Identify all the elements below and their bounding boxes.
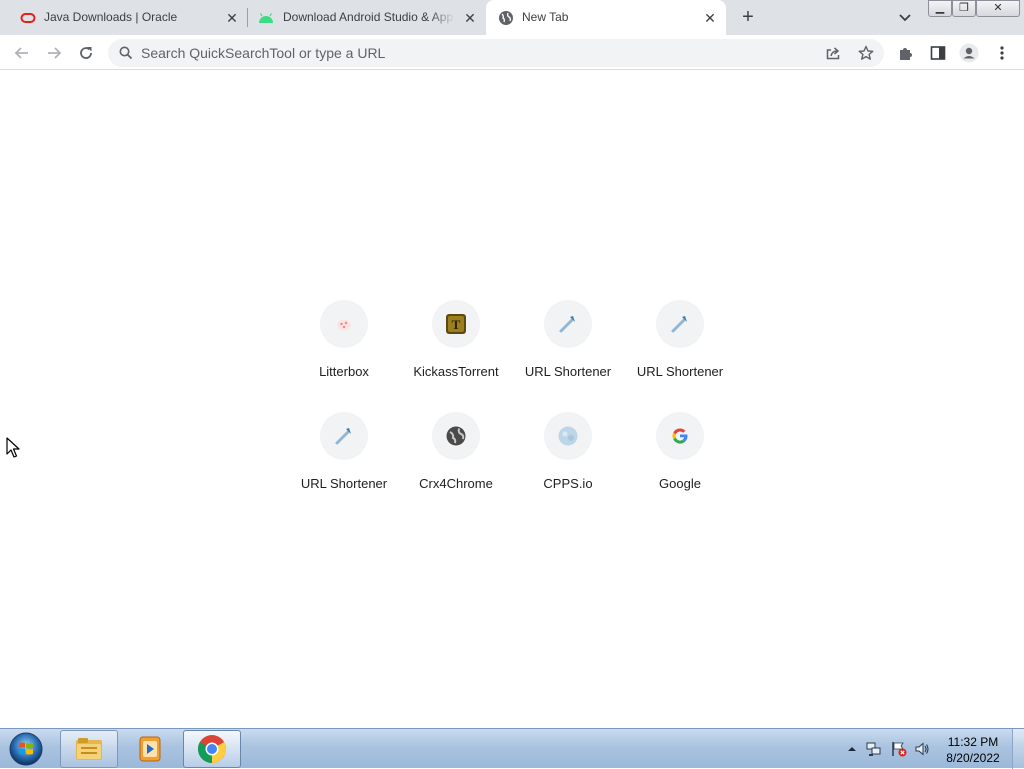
share-button[interactable] bbox=[822, 42, 844, 64]
omnibox-input[interactable] bbox=[141, 43, 781, 63]
close-tab-icon[interactable]: ✕ bbox=[461, 9, 479, 27]
show-hidden-icons-icon[interactable] bbox=[844, 741, 860, 757]
taskbar-media-player-button[interactable] bbox=[121, 730, 179, 768]
close-tab-icon[interactable]: ✕ bbox=[223, 9, 241, 27]
shortcut-icon-circle bbox=[656, 300, 704, 348]
shortcut-label: CPPS.io bbox=[543, 476, 593, 491]
close-window-button[interactable]: ✕ bbox=[976, 0, 1020, 17]
taskbar-clock[interactable]: 11:32 PM 8/20/2022 bbox=[938, 734, 1008, 766]
minimize-button[interactable]: ▁ bbox=[928, 0, 952, 17]
action-center-flag-icon[interactable] bbox=[891, 741, 907, 757]
shortcut-label: Litterbox bbox=[319, 364, 369, 379]
oracle-icon bbox=[20, 13, 36, 23]
shortcut-icon-circle bbox=[432, 412, 480, 460]
shortcut-tile[interactable]: URL Shortener bbox=[624, 300, 736, 412]
shortcut-icon-circle bbox=[320, 412, 368, 460]
google-icon bbox=[672, 428, 688, 444]
share-icon bbox=[826, 47, 840, 60]
shortcut-label: Crx4Chrome bbox=[419, 476, 493, 491]
back-arrow-icon bbox=[14, 47, 28, 59]
reload-icon bbox=[80, 47, 92, 59]
extensions-button[interactable] bbox=[895, 42, 917, 64]
puzzle-icon bbox=[900, 48, 912, 60]
mouse-cursor-icon bbox=[6, 437, 20, 458]
shortcut-tile[interactable]: Litterbox bbox=[288, 300, 400, 412]
shortcut-label: Google bbox=[659, 476, 701, 491]
url-shortener-icon bbox=[671, 316, 687, 333]
shortcut-icon-circle bbox=[320, 300, 368, 348]
tab-new-tab[interactable]: New Tab ✕ bbox=[486, 0, 726, 35]
cpps-icon bbox=[558, 426, 578, 446]
back-button[interactable] bbox=[11, 42, 33, 64]
shortcut-icon-circle: T bbox=[432, 300, 480, 348]
network-icon[interactable] bbox=[866, 741, 882, 757]
restore-button[interactable]: ❐ bbox=[952, 0, 976, 17]
windows-explorer-icon bbox=[76, 738, 102, 760]
tab-title: Java Downloads | Oracle bbox=[44, 10, 178, 24]
clock-date: 8/20/2022 bbox=[946, 751, 1000, 765]
menu-button[interactable] bbox=[991, 42, 1013, 64]
chevron-down-icon[interactable] bbox=[896, 8, 914, 26]
avatar-icon bbox=[959, 43, 979, 63]
bookmark-button[interactable] bbox=[855, 42, 877, 64]
litterbox-icon bbox=[337, 319, 351, 331]
side-panel-button[interactable] bbox=[927, 42, 949, 64]
tab-title: New Tab bbox=[522, 10, 569, 24]
shortcut-tile[interactable]: URL Shortener bbox=[512, 300, 624, 412]
profile-button[interactable] bbox=[958, 42, 980, 64]
taskbar-chrome-button[interactable] bbox=[183, 730, 241, 768]
reload-button[interactable] bbox=[75, 42, 97, 64]
taskbar-explorer-button[interactable] bbox=[60, 730, 118, 768]
shortcut-tile[interactable]: URL Shortener bbox=[288, 412, 400, 524]
shortcut-icon-circle bbox=[656, 412, 704, 460]
shortcut-tile[interactable]: Crx4Chrome bbox=[400, 412, 512, 524]
shortcut-tile[interactable]: Google bbox=[624, 412, 736, 524]
close-tab-icon[interactable]: ✕ bbox=[701, 9, 719, 27]
shortcut-icon-circle bbox=[544, 412, 592, 460]
tab-title: Download Android Studio & App Tools - An… bbox=[283, 10, 455, 24]
globe-icon bbox=[499, 11, 513, 25]
browser-toolbar bbox=[0, 35, 1024, 70]
side-panel-icon bbox=[930, 46, 946, 60]
media-player-icon bbox=[139, 736, 161, 762]
url-shortener-icon bbox=[559, 316, 575, 333]
android-icon bbox=[259, 13, 273, 23]
shortcut-icon-circle bbox=[544, 300, 592, 348]
url-shortener-icon bbox=[335, 428, 351, 445]
shortcut-tile[interactable]: CPPS.io bbox=[512, 412, 624, 524]
tab-android-studio[interactable]: Download Android Studio & App Tools - An… bbox=[248, 0, 486, 35]
windows-taskbar: 11:32 PM 8/20/2022 bbox=[0, 728, 1024, 769]
shortcut-label: URL Shortener bbox=[300, 476, 388, 491]
svg-text:T: T bbox=[452, 317, 461, 332]
star-icon bbox=[858, 45, 874, 60]
tab-strip: Java Downloads | Oracle ✕ Download Andro… bbox=[0, 0, 1024, 35]
crx4chrome-icon bbox=[446, 426, 466, 446]
forward-button[interactable] bbox=[43, 42, 65, 64]
forward-arrow-icon bbox=[48, 47, 62, 59]
shortcut-label: KickassTorrent bbox=[413, 364, 499, 379]
volume-icon[interactable] bbox=[914, 741, 930, 757]
clock-time: 11:32 PM bbox=[947, 735, 999, 749]
omnibox[interactable] bbox=[108, 39, 884, 67]
search-icon bbox=[119, 46, 133, 60]
shortcut-tile[interactable]: T KickassTorrent bbox=[400, 300, 512, 412]
tab-java-downloads[interactable]: Java Downloads | Oracle ✕ bbox=[8, 0, 246, 35]
shortcut-label: URL Shortener bbox=[524, 364, 612, 379]
shortcut-label: URL Shortener bbox=[636, 364, 724, 379]
windows-start-button[interactable] bbox=[5, 731, 47, 767]
kickasstorrent-icon: T bbox=[446, 314, 466, 334]
chrome-icon bbox=[198, 735, 226, 763]
kebab-menu-icon bbox=[1000, 46, 1004, 60]
show-desktop-button[interactable] bbox=[1012, 729, 1024, 769]
new-tab-button[interactable]: + bbox=[736, 6, 760, 30]
